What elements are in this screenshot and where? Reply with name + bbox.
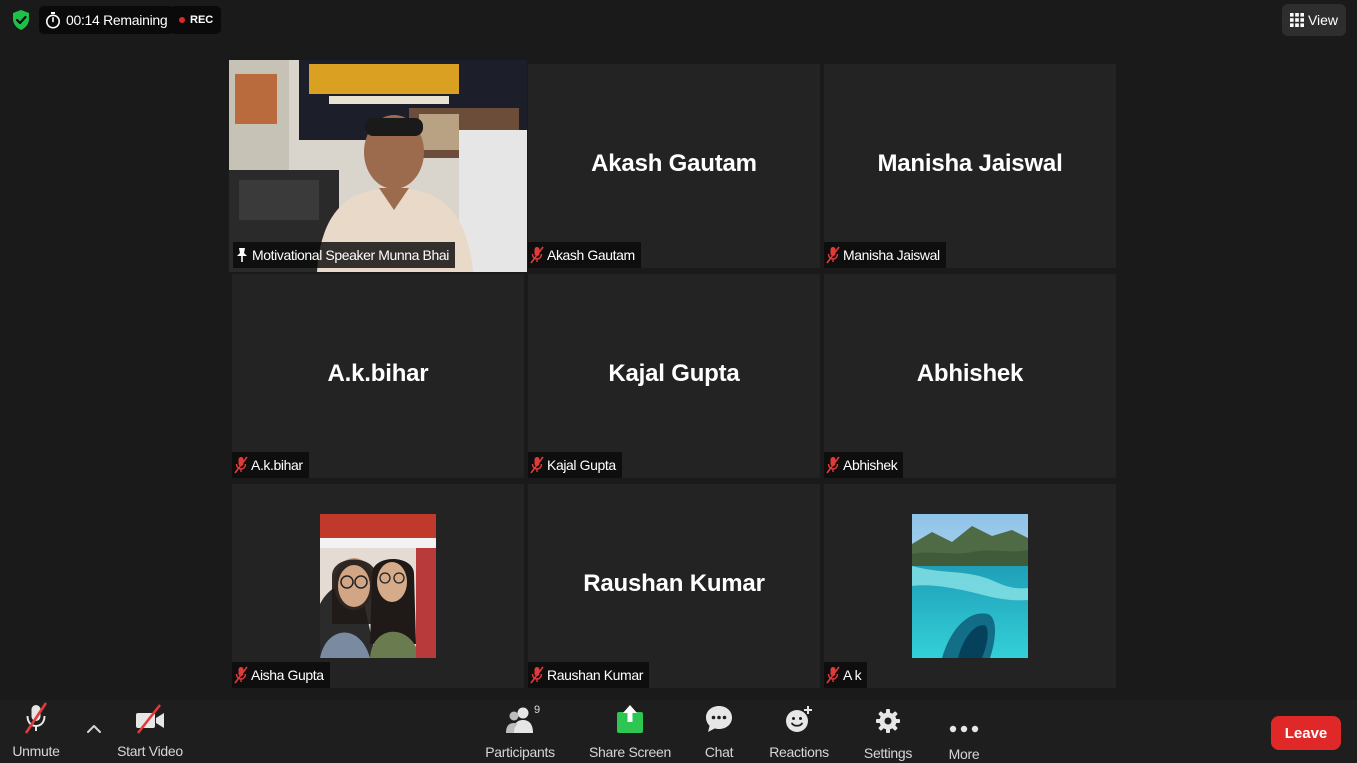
display-name: Kajal Gupta <box>608 360 740 387</box>
meeting-timer: 00:14 Remaining <box>39 6 176 34</box>
participant-label: Manisha Jaiswal <box>824 242 946 268</box>
participant-name: Abhishek <box>843 457 898 473</box>
muted-mic-icon <box>530 666 544 684</box>
profile-picture <box>320 514 436 658</box>
participant-name: Manisha Jaiswal <box>843 247 940 263</box>
muted-mic-icon <box>826 666 840 684</box>
participant-label: A k <box>824 662 868 688</box>
more-button[interactable]: More <box>944 700 984 763</box>
display-name: Manisha Jaiswal <box>877 150 1063 177</box>
settings-button[interactable]: Settings <box>862 700 914 763</box>
start-video-button[interactable]: Start Video <box>115 700 185 763</box>
participants-label: Participants <box>485 744 555 760</box>
reactions-button[interactable]: Reactions <box>768 700 830 763</box>
muted-mic-icon <box>234 456 248 474</box>
video-tile-aisha-gupta[interactable]: Aisha Gupta <box>232 484 524 688</box>
timer-text: 00:14 Remaining <box>66 12 168 28</box>
view-button[interactable]: View <box>1282 4 1346 36</box>
video-tile-akash-gautam[interactable]: Akash Gautam Akash Gautam <box>528 64 820 268</box>
video-tile-akbihar[interactable]: A.k.bihar A.k.bihar <box>232 274 524 478</box>
video-tile-kajal-gupta[interactable]: Kajal Gupta Kajal Gupta <box>528 274 820 478</box>
video-tile-a-k[interactable]: A k <box>824 484 1116 688</box>
share-screen-icon <box>617 705 643 733</box>
participant-label: Raushan Kumar <box>528 662 649 688</box>
participant-name: A k <box>843 667 862 683</box>
participants-button[interactable]: 9 Participants <box>484 700 556 763</box>
participant-label: Akash Gautam <box>528 242 641 268</box>
video-tile-abhishek[interactable]: Abhishek Abhishek <box>824 274 1116 478</box>
more-dots-icon <box>949 725 979 733</box>
video-off-icon <box>136 704 164 734</box>
grid-icon <box>1289 13 1304 27</box>
chat-label: Chat <box>704 744 734 760</box>
participant-label: Kajal Gupta <box>528 452 622 478</box>
shield-check-icon[interactable] <box>10 9 32 31</box>
muted-mic-icon <box>24 702 48 734</box>
stopwatch-icon <box>46 12 60 29</box>
top-bar: 00:14 Remaining REC View <box>0 0 1357 40</box>
chat-icon <box>706 706 732 732</box>
muted-mic-icon <box>530 456 544 474</box>
rec-text: REC <box>190 14 214 26</box>
speaker-video-feed <box>229 60 527 272</box>
participant-label: A.k.bihar <box>232 452 309 478</box>
muted-mic-icon <box>530 246 544 264</box>
view-label: View <box>1307 12 1339 28</box>
display-name: Raushan Kumar <box>583 570 765 597</box>
gear-icon <box>876 709 900 733</box>
share-screen-button[interactable]: Share Screen <box>589 700 672 763</box>
participant-label: Abhishek <box>824 452 904 478</box>
participant-label: Aisha Gupta <box>232 662 330 688</box>
reactions-label: Reactions <box>769 744 829 760</box>
profile-picture <box>912 514 1028 658</box>
display-name: Akash Gautam <box>591 150 757 177</box>
participants-icon <box>506 707 533 733</box>
participant-name: Aisha Gupta <box>251 667 324 683</box>
display-name: Abhishek <box>916 360 1024 387</box>
muted-mic-icon <box>826 456 840 474</box>
participants-count: 9 <box>534 704 541 716</box>
unmute-button[interactable]: Unmute <box>8 700 64 763</box>
participant-name: Motivational Speaker Munna Bhai <box>252 247 449 263</box>
smiley-plus-icon <box>786 706 812 732</box>
share-screen-label: Share Screen <box>589 744 672 760</box>
record-dot-icon <box>179 17 185 23</box>
recording-badge[interactable]: REC <box>171 6 222 34</box>
pin-icon <box>237 248 247 262</box>
display-name: A.k.bihar <box>327 360 429 387</box>
participant-name: Raushan Kumar <box>547 667 643 683</box>
chat-button[interactable]: Chat <box>700 700 738 763</box>
video-tile-manisha-jaiswal[interactable]: Manisha Jaiswal Manisha Jaiswal <box>824 64 1116 268</box>
video-tile-speaker[interactable]: Motivational Speaker Munna Bhai <box>229 60 527 272</box>
participant-name: A.k.bihar <box>251 457 303 473</box>
muted-mic-icon <box>826 246 840 264</box>
settings-label: Settings <box>863 745 913 761</box>
more-label: More <box>948 746 980 762</box>
video-tile-raushan-kumar[interactable]: Raushan Kumar Raushan Kumar <box>528 484 820 688</box>
meeting-toolbar: Unmute Start Video 9 Participants Share … <box>0 700 1357 763</box>
participant-label: Motivational Speaker Munna Bhai <box>233 242 455 268</box>
leave-button[interactable]: Leave <box>1271 716 1341 750</box>
participant-name: Kajal Gupta <box>547 457 616 473</box>
unmute-label: Unmute <box>12 743 60 759</box>
chevron-up-icon[interactable] <box>85 722 103 736</box>
participant-name: Akash Gautam <box>547 247 635 263</box>
muted-mic-icon <box>234 666 248 684</box>
start-video-label: Start Video <box>117 743 183 759</box>
